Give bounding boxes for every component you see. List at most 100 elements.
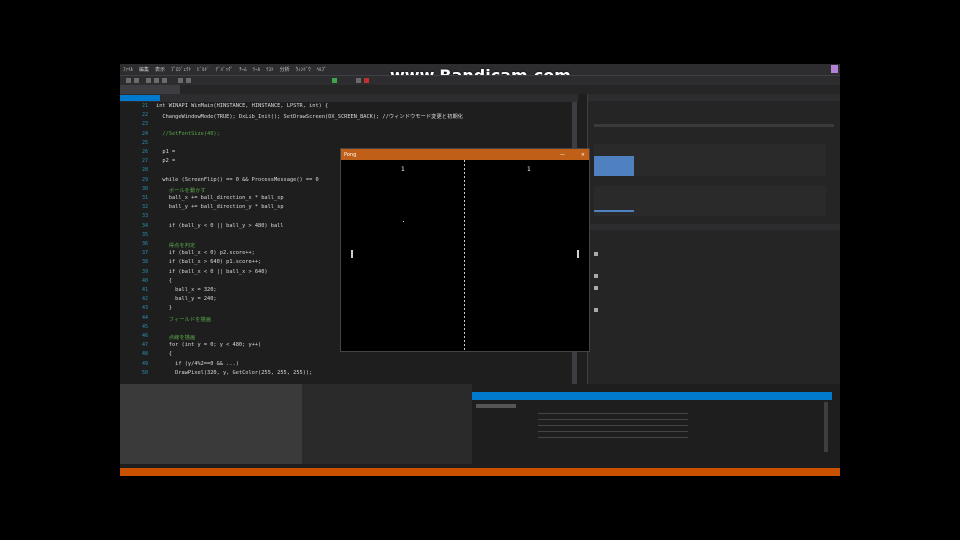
code-line[interactable]: { xyxy=(156,351,172,357)
bottom-left-panel xyxy=(120,384,302,464)
menu-item[interactable]: ﾁｰﾑ xyxy=(239,66,247,73)
checkbox-icon[interactable] xyxy=(594,286,598,290)
ide-window: ﾌｧｲﾙ 編集 表示 ﾌﾟﾛｼﾞｪｸﾄ ﾋﾞﾙﾄﾞ ﾃﾞﾊﾞｯｸﾞ ﾁｰﾑ ﾂｰ… xyxy=(120,64,840,476)
line-number: 30 xyxy=(141,185,148,192)
game-canvas: 1 1 xyxy=(341,160,589,351)
output-title-bar xyxy=(472,392,832,400)
output-scrollbar[interactable] xyxy=(824,402,828,452)
line-number: 35 xyxy=(141,231,148,238)
forward-icon[interactable] xyxy=(134,78,139,83)
checkbox-icon[interactable] xyxy=(594,308,598,312)
close-icon[interactable]: × xyxy=(581,152,585,158)
line-number: 44 xyxy=(141,314,148,321)
output-panel xyxy=(472,392,832,464)
memory-graph-fill xyxy=(594,156,634,176)
menu-item[interactable]: ﾌｧｲﾙ xyxy=(123,66,133,73)
undo-icon[interactable] xyxy=(178,78,183,83)
menu-item[interactable]: ﾍﾙﾌﾟ xyxy=(317,66,327,73)
code-line[interactable]: DrawPixel(320, y, GetColor(255, 255, 255… xyxy=(156,370,312,376)
checkbox-icon[interactable] xyxy=(594,252,598,256)
stop-icon[interactable] xyxy=(364,78,369,83)
code-line[interactable]: { xyxy=(156,278,172,284)
code-line[interactable]: ball_x = 320; xyxy=(156,287,216,293)
line-number: 46 xyxy=(141,333,148,339)
code-line[interactable]: p1 = xyxy=(156,149,178,155)
line-number: 47 xyxy=(141,342,148,349)
right-paddle xyxy=(577,250,579,258)
line-number-gutter: 21 22 23 24 25 26 27 28 29 30 31 32 33 34 35 36 37 38 39 40… xyxy=(120,102,150,384)
line-number: 22 xyxy=(141,112,148,119)
code-line[interactable]: if (ball_x > 640) p1.score++; xyxy=(156,259,262,265)
code-line[interactable]: //SetFontSize(40); xyxy=(156,131,219,137)
line-number: 49 xyxy=(141,360,148,367)
code-line[interactable]: ball_x += ball_direction_x * ball_sp xyxy=(156,195,284,201)
back-icon[interactable] xyxy=(126,78,131,83)
redo-icon[interactable] xyxy=(186,78,191,83)
code-line[interactable]: if (ball_y < 0 || ball_y > 480) ball xyxy=(156,223,284,229)
panel-header xyxy=(588,94,840,101)
menu-item[interactable]: 分析 xyxy=(280,66,290,73)
editor-tab-bar xyxy=(120,94,578,102)
menu-item[interactable]: ｳｨﾝﾄﾞｳ xyxy=(296,66,311,73)
line-number: 29 xyxy=(141,176,148,183)
tab-active[interactable] xyxy=(120,95,160,101)
code-line[interactable]: while (ScreenFlip() == 0 && ProcessMessa… xyxy=(156,177,318,183)
open-icon[interactable] xyxy=(154,78,159,83)
code-line[interactable]: ball_y += ball_direction_y * ball_sp xyxy=(156,204,284,210)
line-number: 41 xyxy=(141,287,148,293)
new-file-icon[interactable] xyxy=(146,78,151,83)
run-icon[interactable] xyxy=(332,78,337,83)
line-number: 36 xyxy=(141,241,148,247)
cpu-graph xyxy=(594,186,826,216)
line-number: 32 xyxy=(141,204,148,211)
output-dropdown[interactable] xyxy=(476,404,516,408)
line-number: 25 xyxy=(141,139,148,146)
line-number: 42 xyxy=(141,296,148,303)
pause-icon[interactable] xyxy=(356,78,361,83)
code-line[interactable]: 得点を判定 xyxy=(156,241,196,249)
ball xyxy=(403,221,404,222)
line-number: 40 xyxy=(141,277,148,284)
player1-score: 1 xyxy=(401,166,405,173)
save-icon[interactable] xyxy=(162,78,167,83)
menu-item[interactable]: ﾃｽﾄ xyxy=(266,66,274,73)
minimize-icon[interactable]: — xyxy=(560,152,565,158)
code-line[interactable]: 点線を描画 xyxy=(156,333,196,341)
code-line[interactable]: if (ball_x < 0) p2.score++; xyxy=(156,250,255,256)
line-number: 24 xyxy=(141,130,148,137)
game-window[interactable]: Pong — × 1 1 xyxy=(340,148,590,352)
menu-item[interactable]: 表示 xyxy=(155,66,165,73)
left-paddle xyxy=(351,250,353,258)
checkbox-icon[interactable] xyxy=(594,274,598,278)
line-number: 28 xyxy=(141,167,148,174)
line-number: 33 xyxy=(141,213,148,220)
line-number: 31 xyxy=(141,195,148,201)
line-number: 21 xyxy=(141,103,148,109)
code-line[interactable]: for (int y = 0; y < 480; y++) xyxy=(156,342,262,348)
code-line[interactable]: フィールドを描画 xyxy=(156,315,211,323)
line-number: 23 xyxy=(141,121,148,128)
code-line[interactable]: } xyxy=(156,305,172,311)
menu-item[interactable]: ﾋﾞﾙﾄﾞ xyxy=(197,66,210,73)
account-badge[interactable] xyxy=(831,65,838,73)
cpu-graph-line xyxy=(594,210,634,212)
line-number: 43 xyxy=(141,305,148,312)
line-number: 50 xyxy=(141,369,148,376)
menu-item[interactable]: ﾌﾟﾛｼﾞｪｸﾄ xyxy=(171,66,191,73)
memory-graph xyxy=(594,144,826,176)
toolbar xyxy=(120,75,840,85)
bottom-middle-panel xyxy=(302,384,472,464)
code-line[interactable]: if (ball_x < 0 || ball_x > 640) xyxy=(156,269,268,275)
menu-item[interactable]: 編集 xyxy=(139,66,149,73)
menu-item[interactable]: ﾃﾞﾊﾞｯｸﾞ xyxy=(216,66,234,73)
code-line[interactable]: p2 = xyxy=(156,158,178,164)
code-line[interactable]: ball_y = 240; xyxy=(156,296,216,302)
code-line[interactable]: ChangeWindowMode(TRUE); DxLib_Init(); Se… xyxy=(156,112,463,120)
tab-source[interactable] xyxy=(120,85,180,94)
code-line[interactable]: if (y/4%2==0 && ...) xyxy=(156,361,239,367)
line-number: 39 xyxy=(141,268,148,275)
code-line[interactable]: int WINAPI WinMain(HINSTANCE, HINSTANCE,… xyxy=(156,103,328,109)
document-tabs xyxy=(120,85,840,94)
code-line[interactable]: ボールを動かす xyxy=(156,186,206,194)
menu-item[interactable]: ﾂｰﾙ xyxy=(253,66,261,73)
